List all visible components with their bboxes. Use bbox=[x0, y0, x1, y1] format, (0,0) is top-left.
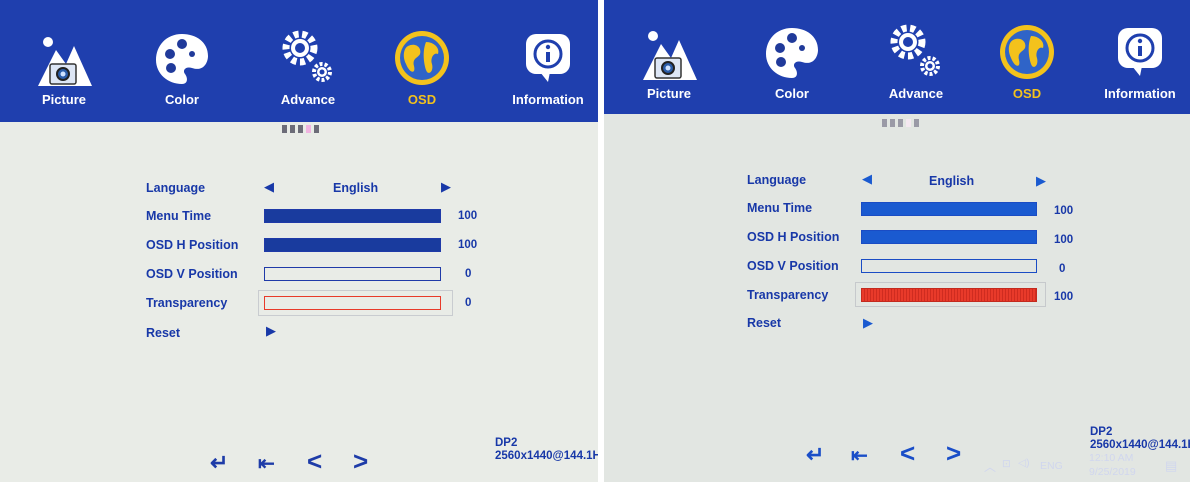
language-prev-arrow[interactable]: ◀ bbox=[862, 171, 872, 187]
taskbar-date[interactable]: 9/25/2019 bbox=[1089, 466, 1136, 478]
tab-advance[interactable]: Advance bbox=[866, 0, 966, 122]
tab-bar: Picture Color Advance OSD Information bbox=[0, 0, 598, 122]
info-icon bbox=[526, 34, 570, 82]
menu-time-value: 100 bbox=[1054, 205, 1074, 217]
reset-label: Reset bbox=[146, 326, 181, 340]
tab-color[interactable]: Color bbox=[742, 0, 842, 122]
enter-icon[interactable]: ↵ bbox=[806, 442, 824, 468]
enter-icon[interactable]: ↵ bbox=[210, 450, 228, 476]
tab-picture[interactable]: Picture bbox=[619, 0, 719, 122]
left-chevron-icon[interactable]: < bbox=[900, 438, 915, 469]
picture-icon bbox=[643, 31, 697, 80]
tab-label: Picture bbox=[646, 86, 692, 101]
page-indicator bbox=[882, 119, 919, 127]
osd-v-position-slider[interactable] bbox=[861, 259, 1037, 273]
osd-v-position-label: OSD V Position bbox=[747, 259, 839, 273]
slider-fill bbox=[265, 239, 440, 251]
tab-label: OSD bbox=[1012, 86, 1042, 101]
network-icon[interactable]: ⊡ bbox=[1002, 458, 1011, 470]
language-value[interactable]: English bbox=[929, 174, 974, 188]
language-next-arrow[interactable]: ▶ bbox=[441, 179, 451, 195]
menu-time-label: Menu Time bbox=[747, 201, 813, 215]
transparency-value: 100 bbox=[1054, 291, 1074, 303]
language-label: Language bbox=[747, 173, 807, 187]
osd-v-position-slider[interactable] bbox=[264, 267, 441, 281]
globe-icon bbox=[1000, 25, 1054, 79]
input-source-label: DP2 bbox=[495, 437, 518, 449]
tab-bar: Picture Color Advance OSD Information bbox=[604, 0, 1190, 114]
menu-time-slider[interactable] bbox=[264, 209, 441, 223]
osd-screen-right: Picture Color Advance OSD Information La… bbox=[604, 0, 1190, 482]
taskbar-language[interactable]: ENG bbox=[1040, 460, 1063, 472]
osd-h-position-value: 100 bbox=[1054, 234, 1074, 246]
tab-information[interactable]: Information bbox=[1090, 0, 1190, 122]
transparency-label: Transparency bbox=[146, 296, 228, 310]
tab-label: Information bbox=[1104, 86, 1176, 101]
transparency-slider[interactable] bbox=[861, 288, 1037, 302]
tab-label: Color bbox=[775, 86, 809, 101]
notification-icon[interactable]: ▤ bbox=[1165, 458, 1177, 474]
tab-advance[interactable]: Advance bbox=[258, 0, 358, 122]
color-palette-icon bbox=[766, 28, 818, 78]
transparency-value: 0 bbox=[465, 297, 472, 309]
osd-h-position-label: OSD H Position bbox=[146, 238, 239, 252]
tab-label: Color bbox=[165, 92, 199, 107]
transparency-slider[interactable] bbox=[264, 296, 441, 310]
osd-v-position-value: 0 bbox=[465, 268, 472, 280]
tab-osd[interactable]: OSD bbox=[372, 0, 472, 122]
exit-icon[interactable]: ⇤ bbox=[851, 443, 868, 468]
osd-h-position-slider[interactable] bbox=[861, 230, 1037, 244]
language-label: Language bbox=[146, 181, 206, 195]
volume-icon[interactable]: ◁) bbox=[1018, 457, 1030, 469]
osd-screen-left: Picture Color Advance OSD Information La… bbox=[0, 0, 598, 482]
language-next-arrow[interactable]: ▶ bbox=[1036, 173, 1046, 189]
osd-h-position-slider[interactable] bbox=[264, 238, 441, 252]
slider-fill bbox=[862, 203, 1036, 215]
slider-fill bbox=[265, 210, 440, 222]
resolution-label: 2560x1440@144.1Hz bbox=[495, 450, 598, 462]
reset-arrow[interactable]: ▶ bbox=[863, 315, 873, 331]
tab-label: Advance bbox=[888, 86, 944, 101]
menu-time-value: 100 bbox=[458, 210, 478, 222]
tab-osd[interactable]: OSD bbox=[977, 0, 1077, 122]
osd-v-position-label: OSD V Position bbox=[146, 267, 238, 281]
tab-label: Advance bbox=[280, 92, 336, 107]
color-palette-icon bbox=[156, 34, 208, 84]
language-prev-arrow[interactable]: ◀ bbox=[264, 179, 274, 195]
tab-picture[interactable]: Picture bbox=[14, 0, 114, 122]
reset-label: Reset bbox=[747, 316, 782, 330]
osd-h-position-label: OSD H Position bbox=[747, 230, 840, 244]
osd-h-position-value: 100 bbox=[458, 239, 478, 251]
reset-arrow[interactable]: ▶ bbox=[266, 323, 276, 339]
slider-fill bbox=[862, 231, 1036, 243]
right-chevron-icon[interactable]: > bbox=[353, 446, 368, 477]
info-icon bbox=[1118, 28, 1162, 76]
transparency-label: Transparency bbox=[747, 288, 829, 302]
page-indicator bbox=[282, 125, 319, 133]
taskbar-time[interactable]: 12:10 AM bbox=[1089, 452, 1133, 464]
globe-icon bbox=[395, 31, 449, 85]
tab-color[interactable]: Color bbox=[132, 0, 232, 122]
input-source-label: DP2 bbox=[1090, 426, 1113, 438]
resolution-label: 2560x1440@144.1Hz bbox=[1090, 439, 1190, 451]
gear-icon bbox=[282, 30, 332, 82]
language-value[interactable]: English bbox=[333, 181, 378, 195]
right-chevron-icon[interactable]: > bbox=[946, 438, 961, 469]
picture-icon bbox=[38, 37, 92, 86]
menu-time-label: Menu Time bbox=[146, 209, 212, 223]
slider-fill bbox=[862, 289, 1036, 301]
exit-icon[interactable]: ⇤ bbox=[258, 451, 275, 476]
chevron-up-icon[interactable]: ︿ bbox=[984, 458, 996, 475]
gear-icon bbox=[890, 24, 940, 76]
menu-time-slider[interactable] bbox=[861, 202, 1037, 216]
tab-label: OSD bbox=[407, 92, 437, 107]
left-chevron-icon[interactable]: < bbox=[307, 446, 322, 477]
tab-label: Picture bbox=[41, 92, 87, 107]
tab-label: Information bbox=[512, 92, 584, 107]
tab-information[interactable]: Information bbox=[498, 0, 598, 122]
osd-v-position-value: 0 bbox=[1059, 263, 1066, 275]
